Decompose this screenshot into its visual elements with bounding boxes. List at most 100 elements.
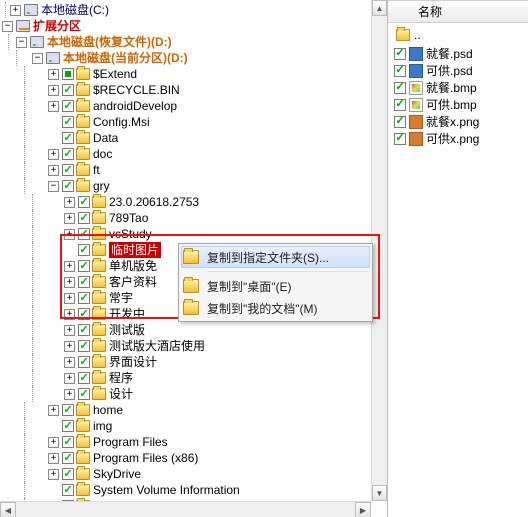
tree-label[interactable]: System Volume Information	[93, 482, 240, 498]
tree-label[interactable]: ft	[93, 162, 100, 178]
expand-toggle[interactable]: +	[10, 5, 21, 16]
checkbox[interactable]	[62, 148, 74, 160]
tree-label[interactable]: Program Files (x86)	[93, 450, 198, 466]
checkbox[interactable]	[394, 99, 406, 111]
checkbox[interactable]	[78, 324, 90, 336]
checkbox[interactable]	[394, 65, 406, 77]
scroll-left-button[interactable]: ◀	[0, 502, 16, 517]
file-row[interactable]: 就餐x.png	[394, 113, 528, 130]
expand-toggle[interactable]: +	[64, 389, 75, 400]
collapse-toggle[interactable]: −	[2, 21, 13, 32]
checkbox[interactable]	[62, 436, 74, 448]
checkbox[interactable]	[62, 116, 74, 128]
collapse-toggle[interactable]: −	[32, 53, 43, 64]
expand-toggle[interactable]: +	[48, 437, 59, 448]
checkbox[interactable]	[394, 133, 406, 145]
expand-toggle[interactable]: +	[64, 325, 75, 336]
ctx-copy-to-documents[interactable]: 复制到"我的文档"(M)	[181, 297, 370, 319]
tree-label[interactable]: 本地磁盘(当前分区)(D:)	[63, 50, 188, 66]
checkbox[interactable]	[62, 452, 74, 464]
column-header[interactable]: 名称	[388, 1, 528, 23]
expand-toggle[interactable]: +	[48, 469, 59, 480]
tree-label[interactable]: androidDevelop	[93, 98, 177, 114]
tree-label[interactable]: 本地磁盘(恢复文件)(D:)	[47, 34, 172, 50]
checkbox[interactable]	[394, 48, 406, 60]
checkbox[interactable]	[394, 116, 406, 128]
checkbox[interactable]	[78, 308, 90, 320]
tree-label[interactable]: 23.0.20618.2753	[109, 194, 199, 210]
tree-label[interactable]: 789Tao	[109, 210, 148, 226]
checkbox[interactable]	[62, 468, 74, 480]
checkbox[interactable]	[62, 100, 74, 112]
expand-toggle[interactable]: +	[64, 341, 75, 352]
checkbox[interactable]	[78, 196, 90, 208]
file-row[interactable]: 可供x.png	[394, 130, 528, 147]
tree-label[interactable]: doc	[93, 146, 112, 162]
tree-label-selected[interactable]: 临时图片	[109, 242, 161, 258]
checkbox[interactable]	[62, 484, 74, 496]
tree-label[interactable]: 测试版	[109, 322, 145, 338]
checkbox[interactable]	[78, 372, 90, 384]
checkbox[interactable]	[78, 388, 90, 400]
expand-toggle[interactable]: +	[48, 85, 59, 96]
expand-toggle[interactable]: +	[48, 405, 59, 416]
checkbox[interactable]	[78, 244, 90, 256]
checkbox[interactable]	[62, 84, 74, 96]
checkbox[interactable]	[78, 212, 90, 224]
expand-toggle[interactable]: +	[48, 453, 59, 464]
tree-label[interactable]: Config.Msi	[93, 114, 150, 130]
checkbox[interactable]	[78, 356, 90, 368]
expand-toggle[interactable]: +	[64, 261, 75, 272]
checkbox[interactable]	[78, 340, 90, 352]
scroll-right-button[interactable]: ▶	[355, 502, 371, 517]
checkbox[interactable]	[78, 276, 90, 288]
checkbox[interactable]	[62, 404, 74, 416]
expand-toggle[interactable]: +	[48, 101, 59, 112]
checkbox[interactable]	[62, 132, 74, 144]
vertical-scrollbar[interactable]: ▲ ▼	[371, 0, 387, 501]
tree-label[interactable]: 开发中	[109, 306, 145, 322]
checkbox[interactable]	[62, 420, 74, 432]
collapse-toggle[interactable]: −	[48, 181, 59, 192]
horizontal-scrollbar[interactable]: ◀ ▶	[0, 501, 371, 517]
tree-label[interactable]: 扩展分区	[33, 18, 81, 34]
checkbox[interactable]	[78, 228, 90, 240]
tree-label[interactable]: gry	[93, 178, 110, 194]
checkbox[interactable]	[62, 68, 74, 80]
tree-label[interactable]: 本地磁盘(C:)	[41, 2, 109, 18]
tree-label[interactable]: $RECYCLE.BIN	[93, 82, 180, 98]
collapse-toggle[interactable]: −	[16, 37, 27, 48]
checkbox[interactable]	[62, 180, 74, 192]
expand-toggle[interactable]: +	[48, 69, 59, 80]
tree-label[interactable]: 设计	[109, 386, 133, 402]
tree-label[interactable]: SkyDrive	[93, 466, 141, 482]
file-row[interactable]: 可供.bmp	[394, 96, 528, 113]
file-row[interactable]: 就餐.psd	[394, 45, 528, 62]
checkbox[interactable]	[394, 82, 406, 94]
tree-label[interactable]: vcStudy	[109, 226, 152, 242]
tree-label[interactable]: Data	[93, 130, 118, 146]
checkbox[interactable]	[78, 260, 90, 272]
file-row[interactable]: 就餐.bmp	[394, 79, 528, 96]
ctx-copy-to-desktop[interactable]: 复制到"桌面"(E)	[181, 275, 370, 297]
scroll-up-button[interactable]: ▲	[372, 0, 387, 16]
expand-toggle[interactable]: +	[64, 373, 75, 384]
tree-label[interactable]: home	[93, 402, 123, 418]
tree-label[interactable]: 常宇	[109, 290, 133, 306]
tree-label[interactable]: 单机版免	[109, 258, 157, 274]
file-row[interactable]: 可供.psd	[394, 62, 528, 79]
tree-label[interactable]: 测试版大酒店使用	[109, 338, 205, 354]
expand-toggle[interactable]: +	[48, 149, 59, 160]
checkbox[interactable]	[78, 292, 90, 304]
expand-toggle[interactable]: +	[64, 293, 75, 304]
expand-toggle[interactable]: +	[64, 229, 75, 240]
ctx-copy-to-folder[interactable]: 复制到指定文件夹(S)...	[181, 246, 370, 268]
tree-label[interactable]: 界面设计	[109, 354, 157, 370]
expand-toggle[interactable]: +	[64, 213, 75, 224]
tree-label[interactable]: 程序	[109, 370, 133, 386]
tree-label[interactable]: 客户资料	[109, 274, 157, 290]
tree-label[interactable]: img	[93, 418, 112, 434]
expand-toggle[interactable]: +	[48, 165, 59, 176]
tree-label[interactable]: Program Files	[93, 434, 168, 450]
parent-folder-row[interactable]: ..	[394, 27, 528, 43]
